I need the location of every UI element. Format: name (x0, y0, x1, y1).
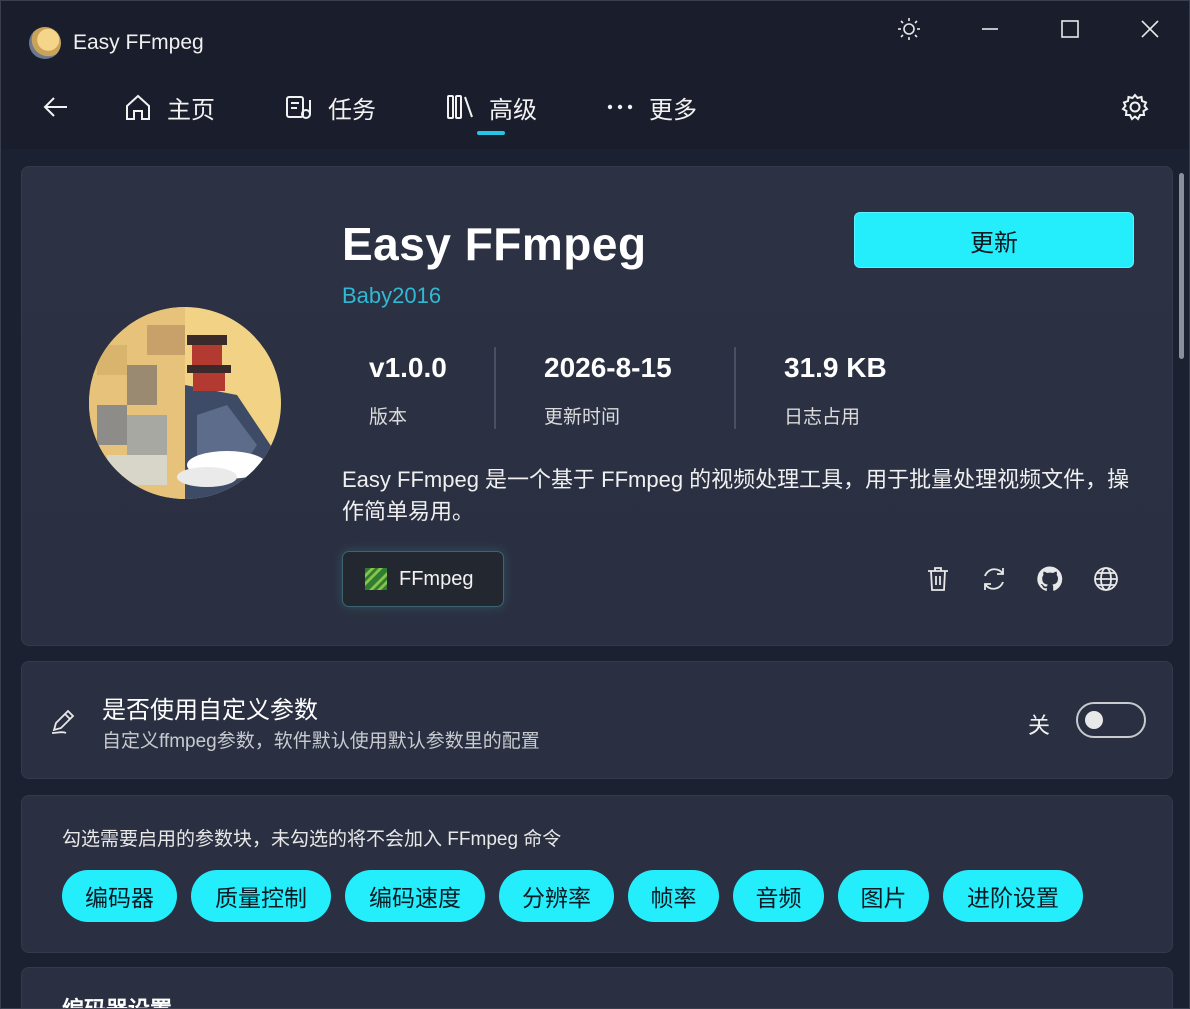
minimize-icon (982, 28, 998, 30)
update-button[interactable]: 更新 (854, 212, 1134, 268)
nav-item-label: 任务 (328, 96, 376, 124)
more-icon (607, 104, 633, 110)
app-title: Easy FFmpeg (73, 31, 204, 54)
app-artwork-image (89, 307, 281, 499)
ffmpeg-tag-button[interactable]: FFmpeg (342, 551, 504, 607)
globe-icon (1094, 567, 1118, 591)
author-link[interactable]: Baby2016 (342, 283, 441, 309)
tag-label: FFmpeg (399, 567, 474, 590)
app-info-card: Easy FFmpeg Baby2016 更新 v1.0.0 版本 2026-8… (21, 166, 1173, 646)
title-bar: Easy FFmpeg (1, 1, 1189, 81)
app-name: Easy FFmpeg (342, 218, 647, 270)
edit-icon (48, 706, 78, 741)
sun-icon (898, 18, 920, 40)
chip-image[interactable]: 图片 (838, 870, 929, 922)
nav-item-label: 更多 (649, 96, 697, 124)
refresh-button[interactable] (979, 564, 1009, 594)
app-window: Easy FFmpeg 主页 任务 高级 更多 Easy FFmpeg Baby… (0, 0, 1190, 1009)
section-title: 编码器设置 (62, 992, 172, 1008)
toggle-state-label: 关 (1028, 713, 1051, 738)
stat-label: 更新时间 (544, 407, 621, 428)
chip-resolution[interactable]: 分辨率 (499, 870, 614, 922)
github-button[interactable] (1035, 564, 1065, 594)
stat-value: v1.0.0 (369, 352, 447, 383)
stat-label: 日志占用 (784, 407, 861, 428)
param-blocks-card: 勾选需要启用的参数块，未勾选的将不会加入 FFmpeg 命令 编码器 质量控制 … (21, 795, 1173, 953)
app-description: Easy FFmpeg 是一个基于 FFmpeg 的视频处理工具，用于批量处理视… (342, 467, 1130, 524)
scrollbar[interactable] (1179, 173, 1184, 359)
back-button[interactable] (41, 87, 71, 127)
task-icon (286, 96, 311, 119)
chip-advanced-settings[interactable]: 进阶设置 (943, 870, 1083, 922)
gear-icon (1121, 93, 1149, 121)
chip-encode-speed[interactable]: 编码速度 (345, 870, 485, 922)
github-icon (1037, 566, 1063, 591)
encoder-settings-card: 编码器设置 (21, 967, 1173, 1008)
home-icon (126, 94, 150, 120)
refresh-icon (984, 568, 1004, 590)
stat-divider (734, 347, 736, 429)
chip-frame-rate[interactable]: 帧率 (628, 870, 719, 922)
theme-toggle-button[interactable] (889, 11, 929, 47)
settings-button[interactable] (1120, 87, 1150, 127)
nav-item-advanced[interactable]: 高级 (445, 87, 537, 127)
nav-item-label: 主页 (167, 96, 215, 124)
nav-item-home[interactable]: 主页 (123, 87, 215, 127)
custom-params-toggle[interactable] (1076, 702, 1146, 738)
chip-quality-control[interactable]: 质量控制 (191, 870, 331, 922)
ffmpeg-logo-icon (365, 568, 387, 590)
stat-value: 2026-8-15 (544, 352, 672, 383)
custom-params-setting: 是否使用自定义参数 自定义ffmpeg参数，软件默认使用默认参数里的配置 关 (21, 661, 1173, 779)
stat-log-size: 31.9 KB 日志占用 (784, 352, 887, 429)
nav-item-more[interactable]: 更多 (605, 87, 697, 127)
setting-description: 自定义ffmpeg参数，软件默认使用默认参数里的配置 (102, 731, 540, 752)
nav-bar: 主页 任务 高级 更多 (1, 79, 1189, 141)
stat-divider (494, 347, 496, 429)
param-blocks-hint: 勾选需要启用的参数块，未勾选的将不会加入 FFmpeg 命令 (62, 829, 562, 850)
close-button[interactable] (1130, 11, 1170, 47)
maximize-icon (1061, 20, 1079, 38)
website-button[interactable] (1091, 564, 1121, 594)
close-icon (1141, 20, 1159, 38)
stat-updated: 2026-8-15 更新时间 (544, 352, 672, 429)
chip-encoder[interactable]: 编码器 (62, 870, 177, 922)
toggle-knob (1085, 711, 1103, 729)
nav-item-tasks[interactable]: 任务 (284, 87, 376, 127)
arrow-left-icon (43, 97, 67, 117)
delete-button[interactable] (923, 564, 953, 594)
chip-audio[interactable]: 音频 (733, 870, 824, 922)
app-logo-icon (29, 27, 61, 59)
stat-version: v1.0.0 版本 (369, 352, 447, 429)
minimize-button[interactable] (970, 11, 1010, 47)
maximize-button[interactable] (1050, 11, 1090, 47)
trash-icon (928, 567, 948, 591)
library-icon (447, 95, 473, 119)
stat-label: 版本 (369, 407, 408, 428)
nav-selected-indicator (477, 131, 505, 135)
setting-title: 是否使用自定义参数 (102, 697, 318, 724)
nav-item-label: 高级 (489, 96, 537, 124)
stat-value: 31.9 KB (784, 352, 887, 383)
